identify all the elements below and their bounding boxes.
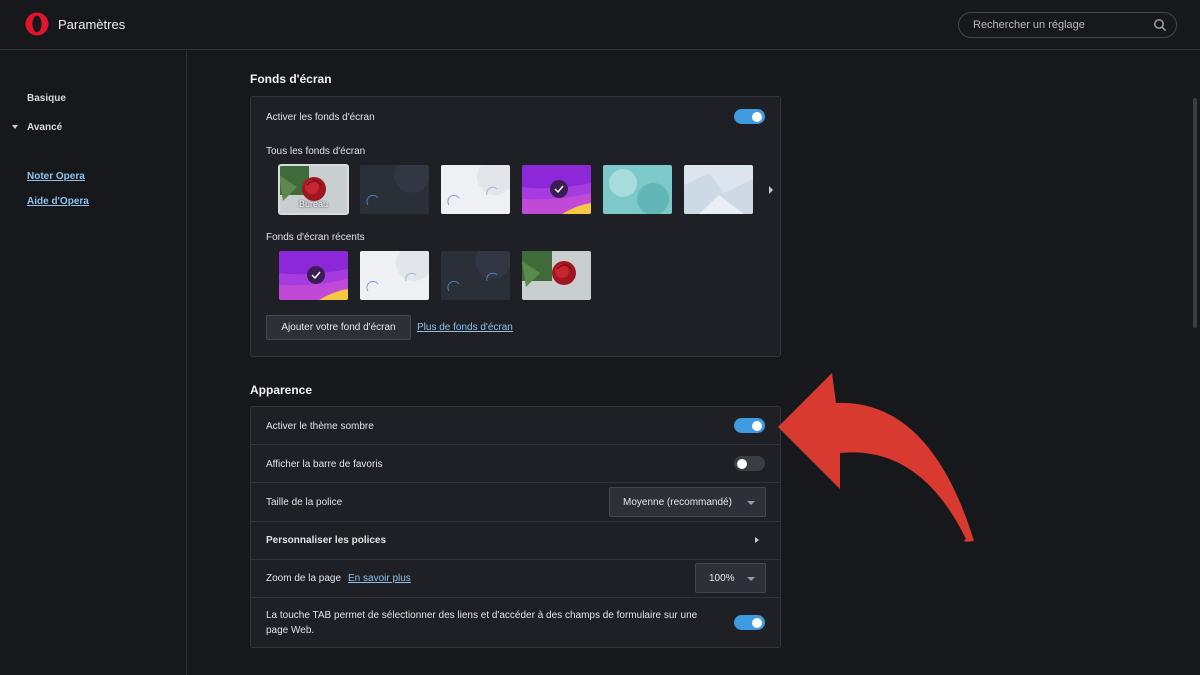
scrollbar-thumb[interactable] — [1193, 98, 1197, 328]
toggle-knob — [737, 458, 747, 469]
favorites-bar-label: Afficher la barre de favoris — [266, 459, 383, 470]
wallpaper-thumb-rose[interactable]: Bureau — [278, 164, 349, 215]
wallpaper-thumb-dark[interactable] — [360, 165, 429, 214]
search-icon — [1154, 19, 1167, 32]
add-wallpaper-button[interactable]: Ajouter votre fond d'écran — [266, 315, 411, 340]
teal-wallpaper-image — [603, 165, 672, 214]
page-title: Paramètres — [58, 17, 126, 32]
light-wallpaper-image — [441, 165, 510, 214]
tab-key-label-line2: page Web. — [266, 625, 315, 636]
tab-key-label-line1: La touche TAB permet de sélectionner des… — [266, 610, 698, 621]
page-zoom-select[interactable]: 100% — [695, 563, 766, 593]
sidebar-link-rate[interactable]: Noter Opera — [27, 171, 85, 182]
sidebar-item-advanced[interactable]: Avancé — [27, 122, 62, 133]
dark-theme-toggle[interactable] — [734, 418, 765, 433]
light-wallpaper-image — [360, 251, 429, 300]
wallpapers-card: Activer les fonds d'écran Tous les fonds… — [250, 96, 781, 357]
font-size-value: Moyenne (recommandé) — [623, 497, 732, 508]
chevron-right-icon[interactable] — [769, 186, 773, 194]
chevron-right-icon — [755, 537, 759, 543]
recent-thumb-purple[interactable] — [279, 251, 348, 300]
customize-fonts-label: Personnaliser les polices — [266, 535, 387, 546]
sidebar-item-basic[interactable]: Basique — [27, 93, 66, 104]
purple-wallpaper-image — [279, 251, 348, 300]
chevron-down-icon — [747, 577, 755, 581]
wallpaper-thumb-teal[interactable] — [603, 165, 672, 214]
tab-key-toggle[interactable] — [734, 615, 765, 630]
learn-more-link[interactable]: En savoir plus — [348, 573, 411, 584]
dark-wallpaper-image — [441, 251, 510, 300]
enable-wallpapers-label: Activer les fonds d'écran — [266, 112, 375, 123]
appearance-card: Activer le thème sombre Afficher la barr… — [250, 406, 781, 648]
page-zoom-value: 100% — [709, 573, 735, 584]
annotation-arrow-icon — [778, 373, 974, 542]
toggle-knob — [752, 111, 762, 122]
customize-fonts-row[interactable]: Personnaliser les polices — [251, 522, 780, 559]
enable-wallpapers-toggle[interactable] — [734, 109, 765, 124]
top-bar: Paramètres Rechercher un réglage — [0, 0, 1200, 50]
favorites-bar-toggle[interactable] — [734, 456, 765, 471]
chevron-down-icon — [747, 501, 755, 505]
wallpapers-section-title: Fonds d'écran — [250, 72, 332, 86]
recent-thumb-rose[interactable] — [522, 251, 591, 300]
recent-thumb-dark[interactable] — [441, 251, 510, 300]
appearance-section-title: Apparence — [250, 383, 313, 397]
toggle-knob — [752, 420, 762, 431]
more-wallpapers-link[interactable]: Plus de fonds d'écran — [417, 322, 513, 333]
wallpaper-thumb-light[interactable] — [441, 165, 510, 214]
opera-logo-icon — [25, 12, 49, 36]
purple-wallpaper-image — [522, 165, 591, 214]
dark-theme-label: Activer le thème sombre — [266, 421, 374, 432]
rose-wallpaper-image — [522, 251, 591, 300]
sidebar-link-help[interactable]: Aide d'Opera — [27, 196, 89, 207]
dark-wallpaper-image — [360, 165, 429, 214]
search-placeholder: Rechercher un réglage — [973, 19, 1085, 31]
row-divider — [251, 444, 780, 445]
recent-wallpapers-label: Fonds d'écran récents — [266, 232, 365, 243]
toggle-knob — [752, 617, 762, 628]
search-input[interactable]: Rechercher un réglage — [958, 12, 1177, 38]
recent-thumb-light[interactable] — [360, 251, 429, 300]
wallpaper-thumb-purple[interactable] — [522, 165, 591, 214]
row-divider — [251, 482, 780, 483]
page-zoom-label: Zoom de la page — [266, 573, 342, 584]
font-size-select[interactable]: Moyenne (recommandé) — [609, 487, 766, 517]
wallpaper-thumb-ice[interactable] — [684, 165, 753, 214]
wallpaper-caption: Bureau — [298, 199, 329, 209]
all-wallpapers-label: Tous les fonds d'écran — [266, 146, 366, 157]
row-divider — [251, 597, 780, 598]
font-size-label: Taille de la police — [266, 497, 343, 508]
ice-wallpaper-image — [684, 165, 753, 214]
chevron-down-icon — [12, 125, 18, 129]
sidebar — [0, 51, 187, 675]
row-divider — [251, 559, 780, 560]
